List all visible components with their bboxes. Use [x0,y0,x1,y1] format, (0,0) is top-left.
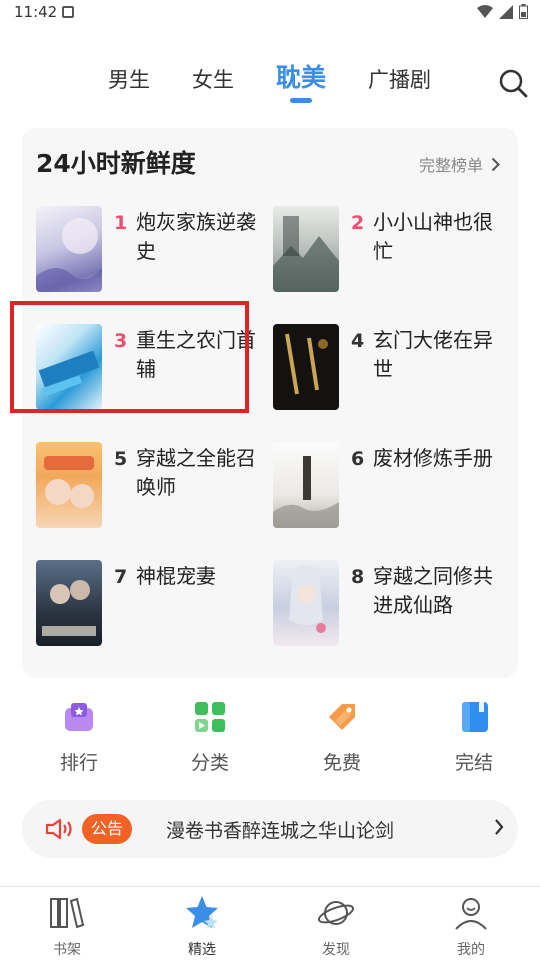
notification-icon [62,6,74,18]
book-item[interactable]: 1 炮灰家族逆袭史 [36,206,266,296]
tab-bookshelf[interactable]: 书架 [27,893,107,959]
book-cover-image [36,560,102,646]
free-tag-icon [329,704,355,730]
announcement-badge: 公告 [82,814,132,844]
shortcut-label: 排行 [59,752,98,774]
tab-label: 我的 [457,942,485,958]
chevron-right-icon [491,157,500,171]
shortcut-ranking[interactable]: 排行 [39,700,119,775]
battery-icon [519,4,528,19]
tab-danmei[interactable]: 耽美 [276,58,326,94]
book-title: 玄门大佬在异世 [373,328,493,381]
full-list-label: 完整榜单 [418,156,483,175]
shortcut-completed[interactable]: 完结 [434,700,514,775]
featured-star-icon [186,896,218,929]
book-cover-image [273,560,339,646]
shortcut-category[interactable]: 分类 [170,700,250,775]
bottom-tab-bar: 书架 精选 发现 我的 [0,886,540,960]
wifi-icon [477,4,493,18]
full-list-link[interactable]: 完整榜单 [419,152,500,176]
tab-discover[interactable]: 发现 [296,893,376,959]
book-cover-image [36,442,102,528]
announcement-bar[interactable]: 公告 漫卷书香醉连城之华山论剑 [22,800,518,858]
book-item[interactable]: 4 玄门大佬在异世 [273,324,503,414]
system-icons [477,4,528,19]
book-title: 小小山神也很忙 [373,210,493,263]
shortcut-label: 完结 [454,752,493,774]
book-title: 穿越之同修共进成仙路 [373,564,493,617]
bookshelf-icon [50,897,85,929]
category-tabs: 男生 女生 耽美 广播剧 [0,56,540,112]
selection-highlight [10,301,249,413]
tab-radio-drama[interactable]: 广播剧 [368,64,431,94]
announcement-text: 漫卷书香醉连城之华山论剑 [166,820,395,842]
book-item[interactable]: 5 穿越之全能召唤师 [36,442,266,532]
search-icon[interactable] [498,68,528,98]
tab-label: 精选 [188,942,216,958]
chevron-right-icon [495,819,504,835]
book-cover-image [273,324,339,410]
tab-label: 发现 [322,942,350,958]
shortcut-label: 分类 [190,752,229,774]
book-rank: 7 [114,566,128,588]
tab-male[interactable]: 男生 [108,64,150,94]
discover-planet-icon [317,901,355,925]
book-cover-image [273,206,339,292]
active-tab-indicator [290,98,312,103]
speaker-icon [45,818,72,840]
book-title: 炮灰家族逆袭史 [136,210,256,263]
shortcut-label: 免费 [322,752,361,774]
signal-icon [499,4,513,19]
tab-label: 书架 [53,942,81,958]
book-item[interactable]: 6 废材修炼手册 [273,442,503,532]
book-rank: 1 [114,212,128,234]
book-rank: 6 [351,448,365,470]
book-rank: 2 [351,212,365,234]
book-rank: 5 [114,448,128,470]
book-cover-image [36,206,102,292]
book-rank: 8 [351,566,365,588]
tab-female[interactable]: 女生 [192,64,234,94]
book-item[interactable]: 7 神棍宠妻 [36,560,266,650]
profile-icon [455,898,487,930]
shortcut-free[interactable]: 免费 [302,700,382,775]
book-item[interactable]: 2 小小山神也很忙 [273,206,503,296]
book-title: 穿越之全能召唤师 [136,446,256,499]
book-cover-image [273,442,339,528]
shortcut-row: 排行 分类 免费 完结 [0,700,540,780]
book-title: 神棍宠妻 [136,564,216,588]
category-icon [195,702,225,732]
book-rank: 4 [351,330,365,352]
ranking-title: 24小时新鲜度 [36,149,196,178]
status-time: 11:42 [14,3,58,21]
tab-profile[interactable]: 我的 [431,893,511,959]
ranking-icon [65,703,93,731]
book-item[interactable]: 8 穿越之同修共进成仙路 [273,560,503,650]
completed-book-icon [462,702,488,732]
status-bar: 11:42 [0,0,540,28]
tab-featured[interactable]: 精选 [162,893,242,959]
book-title: 废材修炼手册 [373,446,493,470]
